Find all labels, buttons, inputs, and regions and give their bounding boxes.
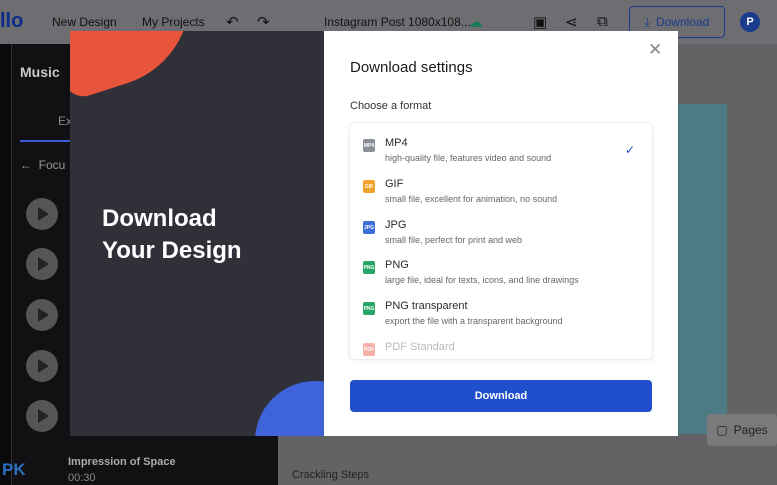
format-option-pdf-standard[interactable]: PDF PDF Standard (350, 339, 652, 359)
timeline-track-label: Crackling Steps (292, 469, 370, 481)
app-logo: llo (0, 10, 24, 32)
format-description: high-quality file, features video and so… (385, 153, 552, 163)
pages-label: Pages (733, 423, 768, 437)
format-option-png-transparent[interactable]: PNG PNG transparent export the file with… (350, 298, 652, 338)
png-file-icon: PNG (363, 302, 375, 315)
track-time: 00:30 (68, 472, 96, 484)
pdf-file-icon: PDF (363, 343, 375, 356)
undo-icon[interactable]: ↶ (226, 13, 239, 31)
png-file-icon: PNG (363, 261, 375, 274)
sidebar-title: Music (20, 64, 60, 80)
decorative-shape (70, 31, 214, 102)
arrow-left-icon: ← (20, 158, 39, 172)
promo-line-2: Your Design (102, 237, 242, 264)
format-name: PDF Standard (385, 341, 455, 353)
download-icon: ⤓ (644, 14, 650, 29)
design-preview (677, 104, 727, 434)
format-list: MP4 MP4 high-quality file, features vide… (350, 123, 652, 359)
dialog-title: Download settings (350, 59, 473, 76)
play-button[interactable] (26, 350, 58, 382)
format-name: GIF (385, 178, 404, 190)
format-name: JPG (385, 219, 407, 231)
gif-file-icon: GIF (363, 180, 375, 193)
format-name: MP4 (385, 137, 408, 149)
format-description: export the file with a transparent backg… (385, 316, 563, 326)
present-icon[interactable]: ▣ (533, 13, 547, 31)
play-button[interactable] (26, 400, 58, 432)
promo-line-1: Download (102, 205, 217, 232)
format-name: PNG (385, 259, 409, 271)
format-description: small file, excellent for animation, no … (385, 194, 558, 204)
download-settings-dialog: ✕ Download settings Choose a format MP4 … (324, 31, 678, 436)
my-projects-link[interactable]: My Projects (142, 15, 205, 29)
share-icon[interactable]: ⋖ (565, 13, 578, 31)
cloud-check-icon: ☁ (468, 14, 483, 31)
promo-heading: Download Your Design (102, 203, 242, 267)
document-title[interactable]: Instagram Post 1080x108... (324, 15, 471, 29)
pages-button[interactable]: ▢ Pages (707, 414, 777, 446)
redo-icon[interactable]: ↷ (257, 13, 270, 31)
decorative-shape (255, 381, 324, 436)
play-button[interactable] (26, 198, 58, 230)
sidebar-back[interactable]: ← Focu (20, 158, 65, 172)
format-description: small file, perfect for print and web (385, 235, 523, 245)
format-option-gif[interactable]: GIF GIF small file, excellent for animat… (350, 176, 652, 216)
new-design-link[interactable]: New Design (52, 15, 117, 29)
watermark-logo: PK (2, 460, 26, 479)
format-option-jpg[interactable]: JPG JPG small file, perfect for print an… (350, 217, 652, 257)
mp4-file-icon: MP4 (363, 139, 375, 152)
download-button[interactable]: Download (350, 380, 652, 412)
format-option-png[interactable]: PNG PNG large file, ideal for texts, ico… (350, 257, 652, 297)
top-download-label: Download (655, 15, 710, 29)
format-option-mp4[interactable]: MP4 MP4 high-quality file, features vide… (350, 135, 652, 175)
checkmark-icon: ✓ (625, 143, 636, 157)
timeline-ruler (0, 44, 12, 485)
resize-icon[interactable]: ⧉ (597, 13, 608, 30)
track-title: Impression of Space (68, 456, 176, 468)
pages-icon: ▢ (716, 423, 728, 437)
format-subtitle: Choose a format (350, 100, 432, 112)
play-button[interactable] (26, 299, 58, 331)
close-icon[interactable]: ✕ (648, 41, 662, 58)
promo-panel: Download Your Design (70, 31, 324, 436)
avatar[interactable]: P (740, 12, 760, 32)
sidebar-back-label: Focu (38, 158, 66, 172)
play-button[interactable] (26, 248, 58, 280)
format-description: large file, ideal for texts, icons, and … (385, 275, 579, 285)
jpg-file-icon: JPG (363, 221, 375, 234)
format-name: PNG transparent (385, 300, 468, 312)
